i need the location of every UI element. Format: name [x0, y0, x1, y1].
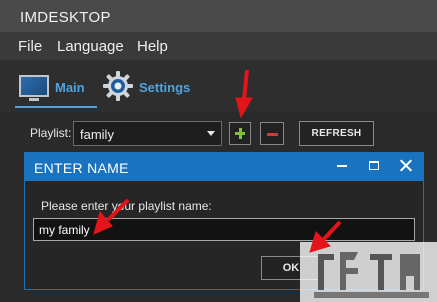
tab-bar: Main Settings	[0, 60, 437, 112]
app-title: IMDESKTOP	[20, 9, 111, 26]
dialog-titlebar: ENTER NAME	[25, 153, 423, 181]
app-titlebar: IMDESKTOP	[0, 0, 437, 33]
remove-playlist-button[interactable]	[260, 122, 284, 145]
refresh-button[interactable]: REFRESH	[299, 121, 374, 146]
maximize-icon[interactable]	[369, 161, 379, 170]
gear-icon	[103, 71, 133, 101]
dialog-prompt: Please enter your playlist name:	[41, 199, 212, 213]
playlist-toolbar: Playlist: family REFRESH	[0, 112, 437, 152]
tab-main[interactable]: Main	[15, 68, 97, 108]
playlist-label: Playlist:	[30, 126, 72, 140]
menu-item-file[interactable]: File	[18, 38, 42, 55]
tab-settings[interactable]: Settings	[102, 68, 202, 108]
playlist-name-input[interactable]	[33, 218, 415, 241]
minimize-icon[interactable]	[337, 165, 347, 167]
menu-item-help[interactable]: Help	[137, 38, 168, 55]
menu-bar: File Language Help	[0, 33, 437, 60]
dialog-title: ENTER NAME	[34, 160, 129, 176]
close-icon[interactable]	[398, 158, 414, 174]
tab-main-label: Main	[55, 80, 85, 95]
playlist-select-value: family	[80, 127, 114, 142]
monitor-icon	[19, 75, 49, 101]
playlist-select[interactable]: family	[73, 121, 222, 146]
chevron-down-icon	[207, 131, 215, 136]
add-playlist-button[interactable]	[229, 122, 251, 145]
watermark-logo	[300, 242, 437, 302]
tab-settings-label: Settings	[139, 80, 191, 95]
menu-item-language[interactable]: Language	[57, 38, 124, 55]
